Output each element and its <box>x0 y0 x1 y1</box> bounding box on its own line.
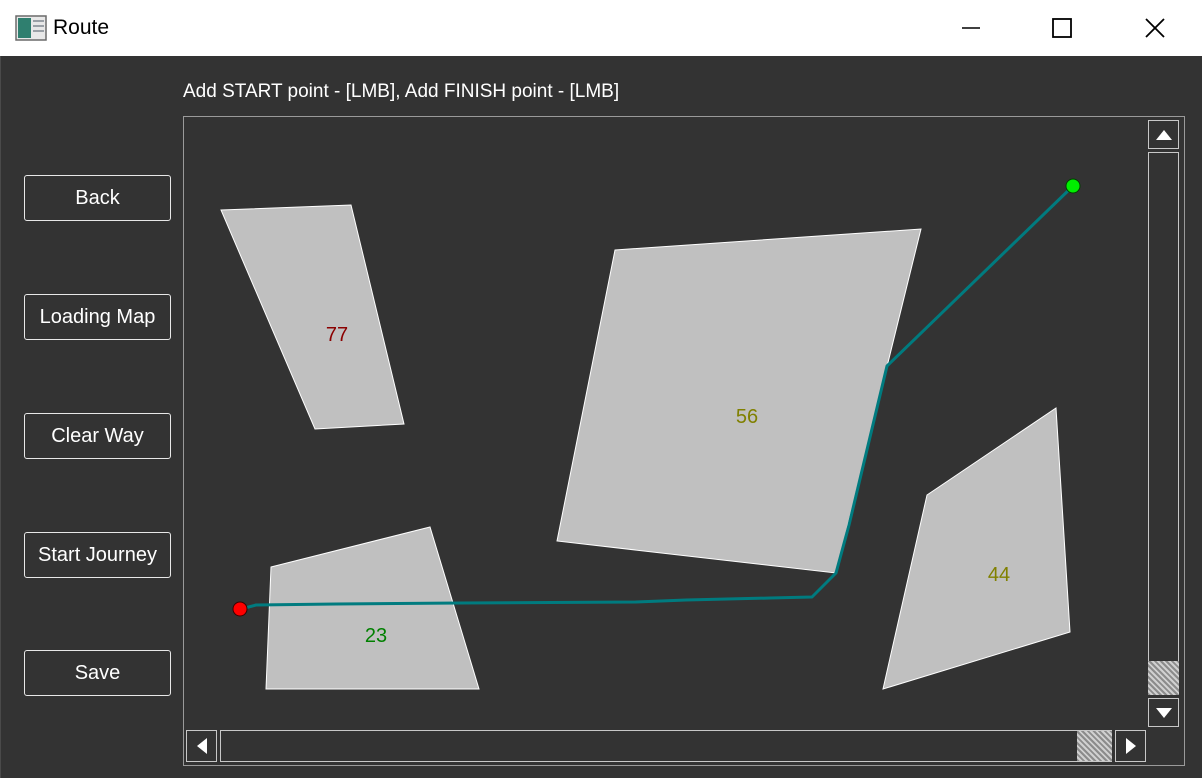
arrow-right-icon <box>1125 738 1136 754</box>
app-window-icon <box>15 15 47 41</box>
scroll-left-button[interactable] <box>186 730 217 762</box>
vertical-scrollbar[interactable] <box>1148 120 1180 728</box>
loading-map-button[interactable]: Loading Map <box>24 294 171 340</box>
scroll-up-button[interactable] <box>1148 120 1179 149</box>
instruction-text: Add START point - [LMB], Add FINISH poin… <box>183 81 620 102</box>
clear-way-button[interactable]: Clear Way <box>24 413 171 459</box>
vertical-scroll-thumb[interactable] <box>1148 661 1179 695</box>
scroll-down-button[interactable] <box>1148 698 1179 727</box>
close-icon <box>1145 18 1165 38</box>
arrow-left-icon <box>196 738 207 754</box>
minimize-button[interactable] <box>925 0 1017 56</box>
save-button[interactable]: Save <box>24 650 171 696</box>
start-journey-button[interactable]: Start Journey <box>24 532 171 578</box>
title-bar: Route <box>0 0 1202 56</box>
arrow-up-icon <box>1155 129 1172 140</box>
vertical-scroll-track[interactable] <box>1148 152 1179 695</box>
back-button[interactable]: Back <box>24 175 171 221</box>
horizontal-scrollbar[interactable] <box>186 730 1146 763</box>
maximize-icon <box>1052 18 1072 38</box>
map-canvas-frame <box>183 116 1185 766</box>
window-title: Route <box>53 16 110 39</box>
scroll-right-button[interactable] <box>1115 730 1146 762</box>
maximize-button[interactable] <box>1016 0 1108 56</box>
arrow-down-icon <box>1155 707 1172 718</box>
close-button[interactable] <box>1109 0 1201 56</box>
minimize-icon <box>962 27 980 29</box>
horizontal-scroll-thumb[interactable] <box>1077 731 1112 761</box>
horizontal-scroll-track[interactable] <box>220 730 1112 762</box>
